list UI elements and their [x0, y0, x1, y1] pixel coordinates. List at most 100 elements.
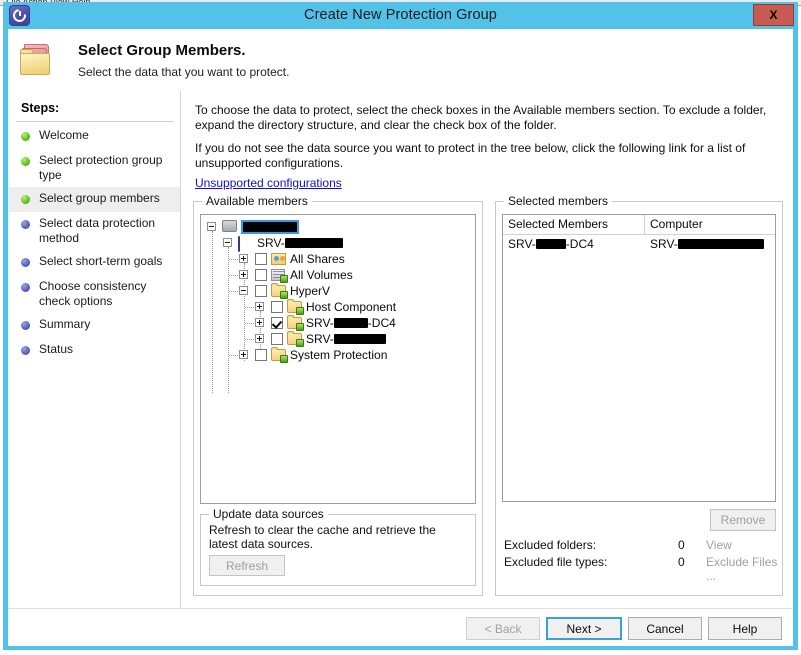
server-group-icon — [222, 220, 237, 232]
refresh-button[interactable]: Refresh — [209, 555, 285, 576]
tree-row[interactable]: Host Component — [201, 299, 475, 315]
update-data-sources-group: Update data sources Refresh to clear the… — [200, 507, 476, 586]
available-members-tree[interactable]: SRV- All Shares All Volumes HyperV Host … — [200, 214, 476, 504]
sidebar-item-label: Select data protection method — [39, 216, 156, 245]
available-members-group: Available members SRV- All Shares All Vo… — [193, 194, 483, 596]
dialog-footer: < Back Next > Cancel Help — [8, 608, 793, 646]
steps-list: Welcome Select protection group type Sel… — [8, 124, 180, 363]
redacted-text — [333, 318, 368, 328]
tree-row-checkbox[interactable] — [255, 269, 267, 281]
sidebar-item-label: Welcome — [39, 128, 89, 142]
update-data-sources-description: Refresh to clear the cache and retrieve … — [209, 523, 436, 551]
tree-row-checkbox[interactable] — [271, 333, 283, 345]
dialog-header: Select Group Members. Select the data th… — [8, 29, 793, 92]
collapse-expander-icon[interactable] — [207, 222, 216, 231]
expand-expander-icon[interactable] — [255, 302, 264, 311]
instruction-paragraph-2: If you do not see the data source you wa… — [195, 141, 746, 170]
sidebar-item-label: Select group members — [39, 191, 160, 205]
tree-row-checkbox[interactable] — [271, 301, 283, 313]
tree-row[interactable]: All Shares — [201, 251, 475, 267]
step-bullet-icon — [21, 283, 30, 292]
tree-row[interactable]: SRV- — [201, 331, 475, 347]
title-bar: Create New Protection Group X — [3, 2, 798, 29]
steps-heading: Steps: — [21, 101, 60, 115]
dpm-server-icon — [238, 236, 240, 252]
redacted-text — [284, 238, 343, 248]
sidebar-item-group-members[interactable]: Select group members — [8, 187, 180, 212]
table-row[interactable]: SRV- -DC4 SRV- — [503, 235, 775, 253]
excluded-folders-label: Excluded folders: — [504, 538, 597, 552]
tree-row-checkbox[interactable] — [255, 285, 267, 297]
sidebar-item-short-term-goals[interactable]: Select short-term goals — [8, 250, 180, 275]
expand-expander-icon[interactable] — [255, 318, 264, 327]
expand-expander-icon[interactable] — [255, 334, 264, 343]
collapse-expander-icon[interactable] — [239, 286, 248, 295]
content-panel: To choose the data to protect, select th… — [181, 91, 793, 608]
expand-expander-icon[interactable] — [239, 270, 248, 279]
tree-row[interactable]: System Protection — [201, 347, 475, 363]
unsupported-configurations-link[interactable]: Unsupported configurations — [195, 176, 342, 190]
redacted-text — [677, 239, 764, 249]
folder-green-icon — [287, 299, 304, 315]
tree-row-label: All Shares — [290, 252, 345, 266]
column-header-selected-members[interactable]: Selected Members — [503, 215, 645, 234]
cell-computer: SRV- — [645, 235, 775, 253]
tree-row-label: SRV- -DC4 — [306, 316, 396, 330]
tree-row-label: Host Component — [306, 300, 397, 314]
cancel-button[interactable]: Cancel — [628, 617, 702, 640]
instruction-paragraph-1: To choose the data to protect, select th… — [195, 103, 767, 132]
tree-row[interactable]: HyperV — [201, 283, 475, 299]
tree-row-checkbox[interactable] — [255, 253, 267, 265]
step-bullet-icon — [21, 195, 30, 204]
sidebar-item-welcome[interactable]: Welcome — [8, 124, 180, 149]
sidebar-item-label: Select short-term goals — [39, 254, 163, 268]
sidebar-item-label: Select protection group type — [39, 153, 163, 182]
sidebar-item-consistency-check-options[interactable]: Choose consistency check options — [8, 275, 180, 313]
tree-row-label: HyperV — [290, 284, 331, 298]
folder-green-icon — [271, 283, 288, 299]
tree-row-checkbox[interactable] — [255, 349, 267, 361]
selected-members-list[interactable]: Selected Members Computer SRV- -DC4 SRV- — [502, 214, 776, 502]
page-subtitle: Select the data that you want to protect… — [78, 65, 290, 79]
exclude-files-link[interactable]: Exclude Files ... — [706, 555, 782, 583]
expand-expander-icon[interactable] — [239, 254, 248, 263]
tree-row-label: SRV- — [257, 235, 343, 251]
help-button[interactable]: Help — [708, 617, 782, 640]
tree-row[interactable]: SRV- — [201, 235, 475, 252]
steps-divider — [16, 121, 174, 122]
expand-expander-icon[interactable] — [239, 350, 248, 359]
close-button[interactable]: X — [753, 4, 794, 26]
folders-icon — [20, 44, 58, 78]
dialog-body: Steps: Welcome Select protection group t… — [8, 91, 793, 608]
sidebar-item-data-protection-method[interactable]: Select data protection method — [8, 212, 180, 250]
tree-row-checkbox[interactable] — [271, 317, 283, 329]
sidebar-item-label: Status — [39, 342, 74, 356]
steps-sidebar: Steps: Welcome Select protection group t… — [8, 91, 181, 608]
folder-green-icon — [287, 315, 304, 331]
excluded-file-types-label: Excluded file types: — [504, 555, 608, 569]
tree-row-label: All Volumes — [290, 268, 353, 282]
update-data-sources-legend: Update data sources — [209, 507, 328, 521]
tree-row[interactable] — [201, 219, 475, 235]
redacted-text — [243, 222, 297, 232]
collapse-expander-icon[interactable] — [223, 238, 232, 247]
remove-button[interactable]: Remove — [710, 509, 776, 531]
step-bullet-icon — [21, 157, 30, 166]
cell-selected-member: SRV- -DC4 — [508, 237, 594, 251]
tree-row[interactable]: All Volumes — [201, 267, 475, 283]
tree-row[interactable]: SRV- -DC4 — [201, 315, 475, 331]
sidebar-item-protection-group-type[interactable]: Select protection group type — [8, 149, 180, 187]
step-bullet-icon — [21, 321, 30, 330]
selected-members-header-row: Selected Members Computer — [503, 215, 775, 235]
back-button[interactable]: < Back — [466, 617, 540, 640]
shares-icon — [271, 252, 287, 266]
next-button[interactable]: Next > — [546, 617, 622, 640]
step-bullet-icon — [21, 132, 30, 141]
page-title: Select Group Members. — [78, 42, 246, 59]
volumes-icon — [271, 268, 288, 283]
sidebar-item-summary[interactable]: Summary — [8, 313, 180, 338]
view-excluded-folders-link[interactable]: View — [706, 538, 732, 552]
column-header-computer[interactable]: Computer — [645, 215, 775, 234]
sidebar-item-status[interactable]: Status — [8, 338, 180, 363]
excluded-file-types-count: 0 — [678, 555, 685, 569]
